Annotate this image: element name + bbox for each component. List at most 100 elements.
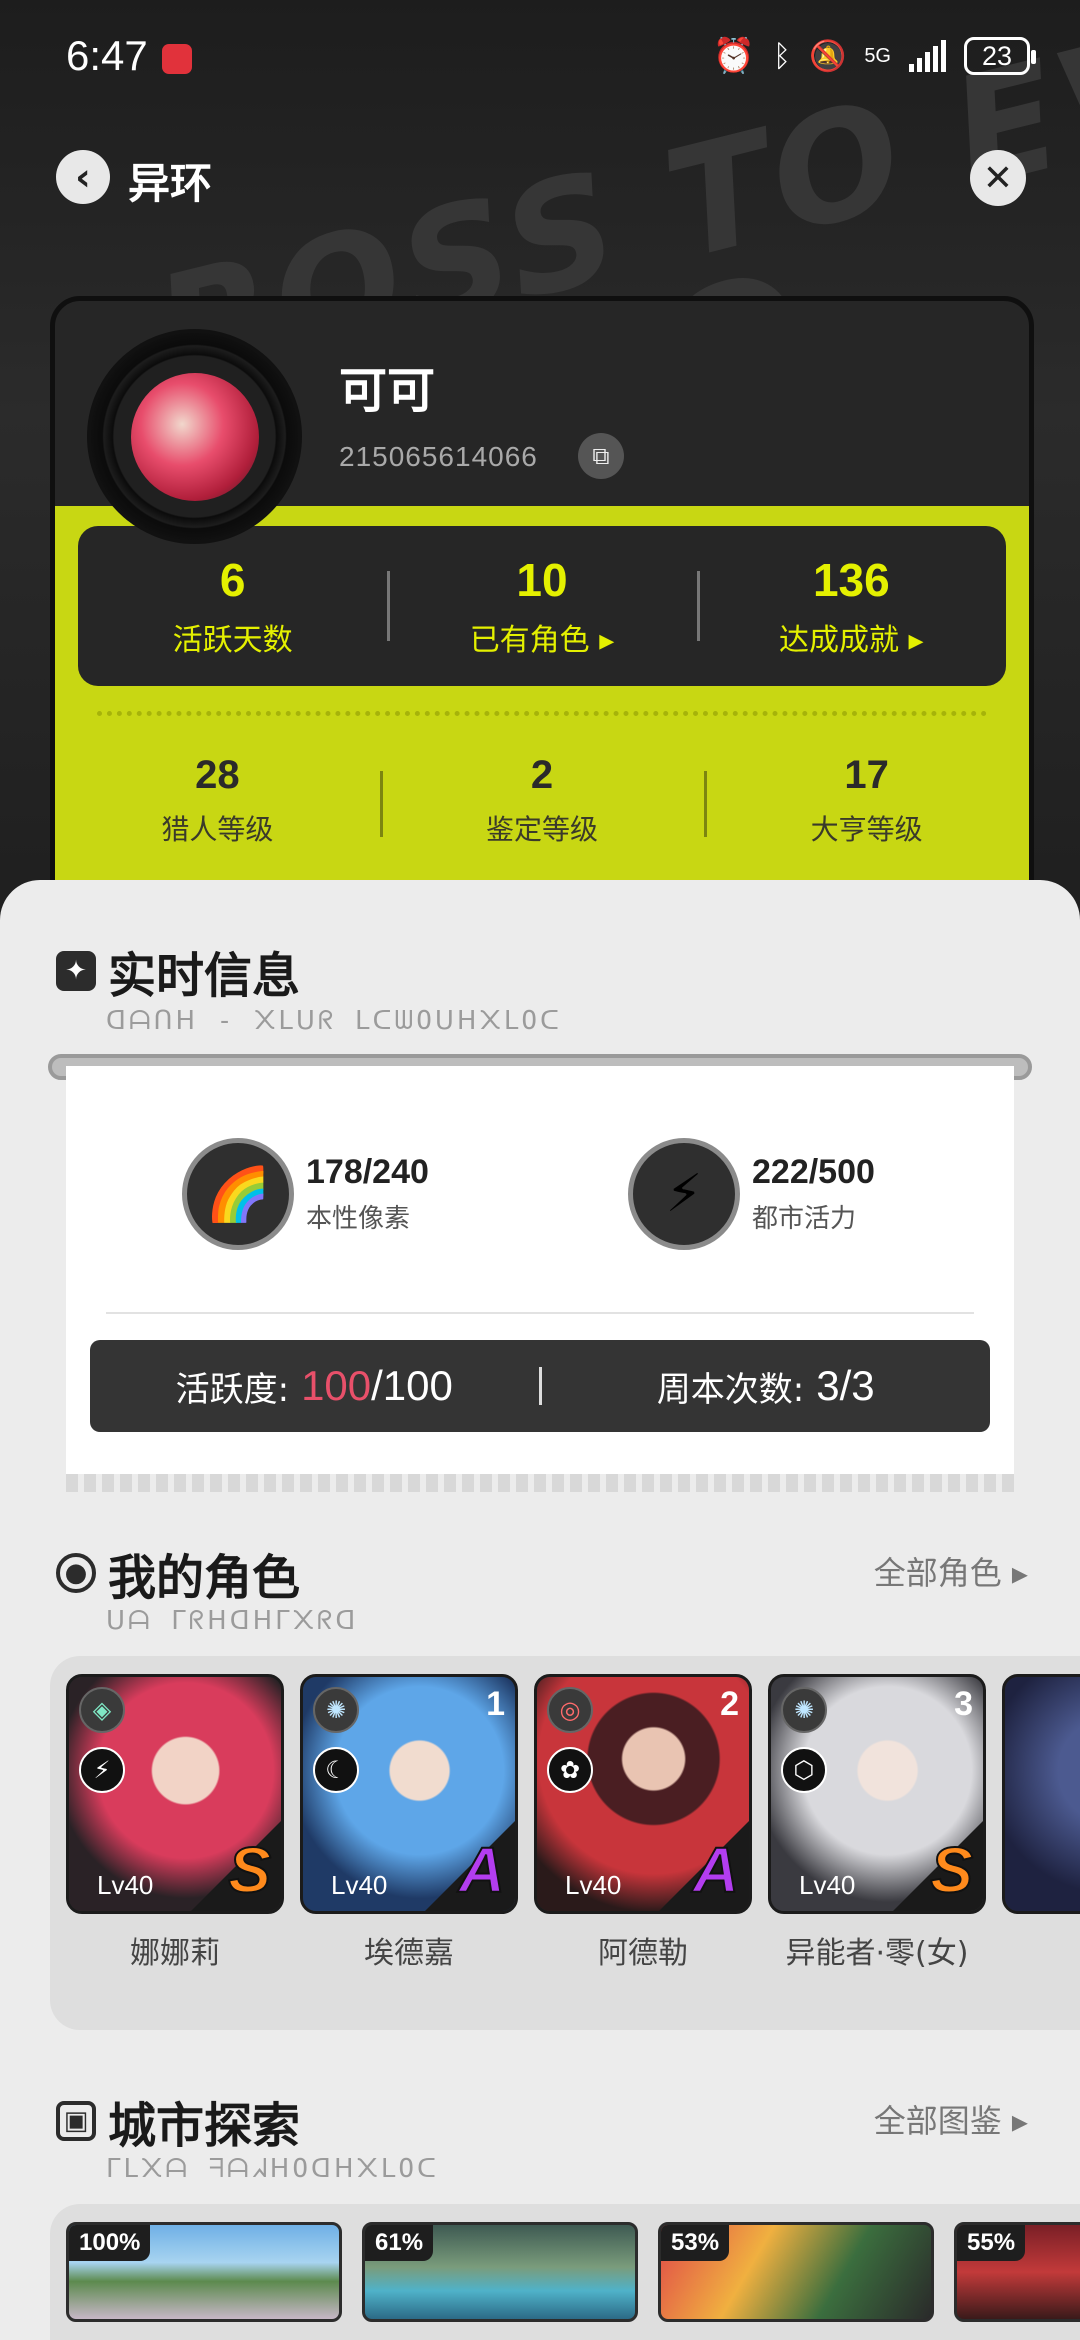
character-grade: A (458, 1833, 506, 1907)
stat-value: 136 (812, 554, 890, 606)
exploration-percent: 100% (69, 2225, 151, 2261)
character-rank: 3 (954, 1685, 973, 1723)
element-icon: ◈ (79, 1687, 125, 1733)
resource-pixels: 🌈 178/240 本性像素 (182, 1138, 429, 1250)
secondary-stats: 28 猎人等级 2 鉴定等级 17 大亨等级 (55, 731, 1029, 861)
sparkle-icon: ✦ (56, 951, 96, 991)
characters-section-header: ● 我的角色 (56, 1538, 300, 1608)
all-collection-link[interactable]: 全部图鉴 ▸ (874, 2096, 1028, 2142)
resource-label: 都市活力 (752, 1204, 857, 1234)
city-area-card[interactable]: 61% (362, 2222, 638, 2322)
stat-label: 已有角色 ▸ (469, 623, 615, 658)
character-grade: S (227, 1833, 272, 1907)
person-icon: ● (56, 1553, 96, 1593)
character-rank: 1 (486, 1685, 505, 1723)
page-title: 异环 (128, 159, 213, 208)
chevron-left-icon: ‹ (75, 155, 91, 199)
activity-max: /100 (371, 1362, 453, 1409)
city-area-card[interactable]: 53% (658, 2222, 934, 2322)
stat-characters[interactable]: 10 已有角色 ▸ (387, 526, 696, 686)
character-level: Lv40 (97, 1870, 154, 1900)
character-name: 阿德勒 (598, 1936, 688, 1971)
stat-hunter-level: 28 猎人等级 (55, 731, 380, 861)
avatar-image (131, 373, 259, 501)
pixel-card-icon: 🌈 (182, 1138, 294, 1250)
characters-carousel[interactable]: ◈ ⚡ Lv40 S 娜娜莉 ✺ ☾ 1 Lv40 A 埃德嘉 ◎ ✿ 2 Lv… (50, 1656, 1080, 2030)
avatar[interactable] (87, 329, 302, 544)
character-name: 埃德嘉 (364, 1936, 454, 1971)
activity-stat: 活跃度: 100/100 (90, 1362, 539, 1411)
character-card[interactable]: ◎ ✿ 2 Lv40 A 阿德勒 (534, 1674, 752, 1972)
lightning-orb-icon: ⚡ (628, 1138, 740, 1250)
divider (106, 1312, 974, 1314)
realtime-section-header: ✦ 实时信息 (56, 936, 300, 1006)
status-time: 6:47 (66, 32, 148, 79)
character-card[interactable]: ✺ ☾ 1 Lv40 A 埃德嘉 (300, 1674, 518, 1972)
character-portrait (1005, 1677, 1080, 1911)
city-carousel[interactable]: 100% 61% 53% 55% (50, 2204, 1080, 2340)
activity-bar: 活跃度: 100/100 周本次数: 3/3 (90, 1340, 990, 1432)
stat-achievements[interactable]: 136 达成成就 ▸ (696, 526, 1006, 686)
weekly-value: 3/3 (816, 1362, 875, 1409)
top-nav: ‹ 异环 ✕ (0, 140, 1080, 220)
resource-label: 本性像素 (306, 1204, 411, 1234)
stat-value: 6 (219, 554, 246, 606)
notification-app-icon (162, 44, 192, 74)
close-button[interactable]: ✕ (970, 150, 1026, 206)
activity-label: 活跃度: (175, 1369, 290, 1410)
section-subtitle: ᒥᒪ᙭ᗩ ᖷᗩᖽᕼOᗡᕼ᙭ᒪOᑕ (106, 2154, 439, 2184)
user-name: 可可 (339, 363, 436, 419)
all-characters-link[interactable]: 全部角色 ▸ (874, 1548, 1028, 1594)
stat-label: 大亨等级 (810, 813, 923, 846)
alarm-icon: ⏰ (712, 36, 755, 76)
weekly-stat: 周本次数: 3/3 (542, 1362, 991, 1411)
resource-value: 222/500 (752, 1153, 875, 1191)
status-icons: ⏰ ᛒ 🔕 5G 23 (712, 36, 1036, 76)
image-icon: ▣ (56, 2101, 96, 2141)
stat-label: 鉴定等级 (486, 813, 599, 846)
battery-icon: 23 (964, 37, 1036, 75)
section-title: 我的角色 (108, 1550, 301, 1606)
character-level: Lv40 (799, 1870, 856, 1900)
network-type: 5G (864, 44, 891, 67)
copy-id-button[interactable]: ⧉ (578, 433, 624, 479)
signal-icon (909, 40, 946, 72)
character-level: Lv40 (565, 1870, 622, 1900)
element-icon: ◎ (547, 1687, 593, 1733)
exploration-percent: 61% (365, 2225, 434, 2261)
status-bar: 6:47 ⏰ ᛒ 🔕 5G 23 (0, 0, 1080, 110)
dotted-divider (97, 711, 987, 716)
close-icon: ✕ (982, 157, 1014, 199)
section-subtitle: ᗡᗩᑎᕼ - ᙭ᒪᑌᖇ ᒪᑕᗯOᑌᕼ᙭ᒪOᑕ (106, 1006, 562, 1036)
resource-vitality: ⚡ 222/500 都市活力 (628, 1138, 875, 1250)
character-name: 娜娜莉 (130, 1936, 220, 1971)
section-title: 城市探索 (108, 2098, 301, 2154)
city-area-card[interactable]: 55% (954, 2222, 1080, 2322)
city-area-card[interactable]: 100% (66, 2222, 342, 2322)
stat-value: 2 (530, 753, 554, 797)
exploration-percent: 53% (661, 2225, 730, 2261)
section-subtitle: ᑌᗩ ᒥᖇᕼᗡᕼᒥ᙭ᖇᗡ (106, 1606, 359, 1636)
character-rank: 2 (720, 1685, 739, 1723)
stat-value: 10 (516, 554, 568, 606)
resource-value: 178/240 (306, 1153, 429, 1191)
stat-label: 达成成就 ▸ (779, 623, 924, 658)
class-icon: ☾ (313, 1747, 359, 1793)
element-icon: ✺ (781, 1687, 827, 1733)
character-card-partial[interactable] (1002, 1674, 1080, 1914)
character-card[interactable]: ◈ ⚡ Lv40 S 娜娜莉 (66, 1674, 284, 1972)
stat-active-days: 6 活跃天数 (78, 526, 387, 686)
element-icon: ✺ (313, 1687, 359, 1733)
section-title: 实时信息 (108, 948, 301, 1004)
stat-tycoon-level: 17 大亨等级 (704, 731, 1029, 861)
stat-value: 17 (844, 753, 889, 797)
battery-level: 23 (981, 40, 1013, 71)
bluetooth-icon: ᛒ (772, 38, 791, 74)
character-card[interactable]: ✺ ⬡ 3 Lv40 S 异能者·零(女) (768, 1674, 986, 1972)
class-icon: ⬡ (781, 1747, 827, 1793)
back-button[interactable]: ‹ (56, 150, 110, 204)
stat-appraisal-level: 2 鉴定等级 (379, 731, 705, 861)
weekly-label: 周本次数: (656, 1369, 805, 1410)
primary-stats: 6 活跃天数 10 已有角色 ▸ 136 达成成就 ▸ (78, 526, 1006, 686)
stat-value: 28 (195, 753, 240, 797)
